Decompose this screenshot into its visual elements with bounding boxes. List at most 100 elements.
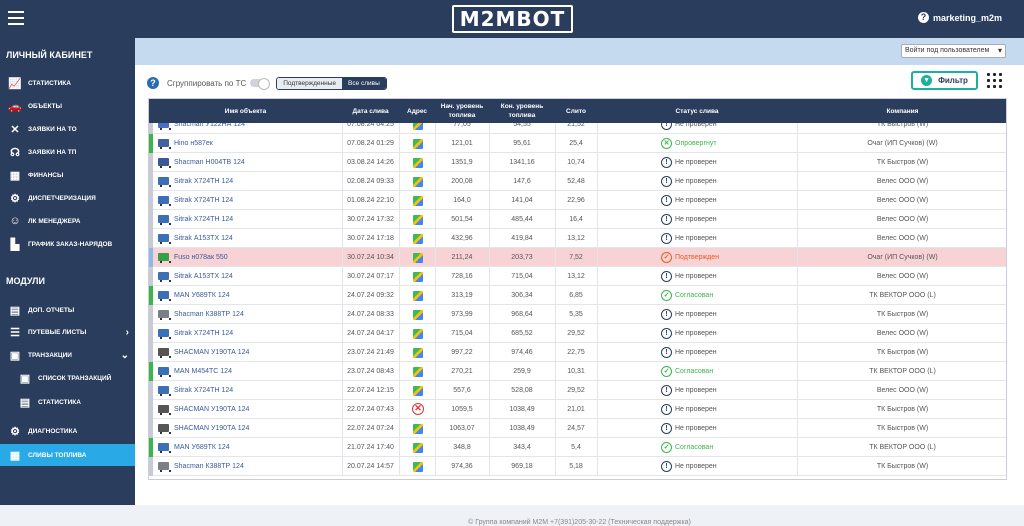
map-icon[interactable] [413,139,423,149]
drain-status[interactable]: ! Не проверен [661,305,791,324]
object-name[interactable]: MAN У689ТК 124 [174,286,339,305]
table-row[interactable]: Sitrak А153ТХ 124 30.07.24 07:17 728,16 715… [149,267,1006,286]
sidebar-item-diagnostics[interactable]: ⚙ Диагностика [0,421,135,441]
object-name[interactable]: Shacman У122НА 124 [174,123,339,134]
table-row[interactable]: Sitrak Х724ТН 124 22.07.24 12:15 557,6 528,… [149,381,1006,400]
user-menu[interactable]: ? marketing_m2m [917,12,1002,23]
map-icon[interactable] [413,291,423,301]
drain-status[interactable]: ! Не проверен [661,229,791,248]
object-name[interactable]: SHACMAN У190ТА 124 [174,343,339,362]
map-icon[interactable] [413,424,423,434]
map-icon[interactable] [413,177,423,187]
drain-status[interactable]: ! Не проверен [661,267,791,286]
object-name[interactable]: Shacman Н004ТВ 124 [174,153,339,172]
object-name[interactable]: MAN М454ТС 124 [174,362,339,381]
map-icon[interactable] [413,215,423,225]
object-name[interactable]: Sitrak Х724ТН 124 [174,172,339,191]
table-row[interactable]: Sitrak Х724ТН 124 01.08.24 22:10 164,0 141,… [149,191,1006,210]
sidebar-item-waybills[interactable]: ☰ Путевые листы › [0,322,135,342]
sidebar-item-transactions[interactable]: ▣ Транзакции ⌄ [0,345,135,365]
map-icon[interactable] [413,123,423,130]
object-name[interactable]: Fuso н078ак 550 [174,248,339,267]
drain-status[interactable]: ! Не проверен [661,210,791,229]
object-name[interactable]: Sitrak Х724ТН 124 [174,324,339,343]
table-row[interactable]: Sitrak Х724ТН 124 24.07.24 04:17 715,04 685… [149,324,1006,343]
drain-status[interactable]: ✓ Согласован [661,438,791,457]
sidebar-item-fuel-drains[interactable]: ▦ Сливы топлива [0,444,135,466]
drain-status[interactable]: ! Не проверен [661,400,791,419]
sidebar-item-objects[interactable]: 🚗 Объекты [0,96,135,116]
map-icon[interactable] [413,234,423,244]
sidebar-item-transaction-list[interactable]: ▣ Список транзакций [0,368,135,388]
table-row[interactable]: Shacman К388ТР 124 24.07.24 08:33 973,99 96… [149,305,1006,324]
filter-button[interactable]: ▼ Фильтр [911,71,978,90]
table-row[interactable]: SHACMAN У190ТА 124 23.07.24 21:49 997,22 97… [149,343,1006,362]
col-start-level[interactable]: Нач. уровень топлива [435,99,489,123]
table-row[interactable]: Hino н587ек 07.08.24 01:29 121,01 95,61 25,4… [149,134,1006,153]
object-name[interactable]: Sitrak Х724ТН 124 [174,381,339,400]
object-name[interactable]: SHACMAN У190ТА 124 [174,400,339,419]
object-name[interactable]: Shacman К388ТР 124 [174,457,339,476]
drain-status[interactable]: ! Не проверен [661,172,791,191]
sidebar-item-tp-requests[interactable]: ☊ Заявки на ТП [0,142,135,162]
map-icon[interactable] [413,386,423,396]
sidebar-item-dispatch[interactable]: ⚙ Диспетчеризация [0,188,135,208]
table-row[interactable]: SHACMAN У190ТА 124 22.07.24 07:43 ✕ 1059,5 1… [149,400,1006,419]
drain-status[interactable]: ! Не проверен [661,457,791,476]
table-row[interactable]: Sitrak Х724ТН 124 30.07.24 17:32 501,54 485… [149,210,1006,229]
sidebar-item-transaction-stats[interactable]: ▤ Статистика [0,392,135,412]
sidebar-item-finance[interactable]: ▦ Финансы [0,165,135,185]
map-icon[interactable] [413,462,423,472]
col-drained[interactable]: Слито [555,99,597,123]
col-status[interactable]: Статус слива [597,99,797,123]
object-name[interactable]: Sitrak Х724ТН 124 [174,191,339,210]
object-name[interactable]: MAN У689ТК 124 [174,438,339,457]
drain-status[interactable]: ! Не проверен [661,419,791,438]
drain-status[interactable]: ! Не проверен [661,153,791,172]
sidebar-item-manager[interactable]: ☺ ЛК менеджера [0,211,135,231]
menu-icon[interactable] [8,11,24,25]
sidebar-item-reports[interactable]: ▤ Доп. отчеты [0,300,135,320]
drain-status[interactable]: ! Не проверен [661,343,791,362]
map-icon[interactable] [413,253,423,263]
table-row[interactable]: Shacman У122НА 124 07.08.24 04:25 77,05 54,… [149,123,1006,134]
table-row[interactable]: Shacman К388ТР 124 20.07.24 14:57 974,36 96… [149,457,1006,476]
drain-status[interactable]: ✕ Опровергнут [661,134,791,153]
table-row[interactable]: Fuso н078ак 550 30.07.24 10:34 211,24 203,7… [149,248,1006,267]
sidebar-item-statistics[interactable]: 📈 Статистика [0,73,135,93]
object-name[interactable]: Sitrak А153ТХ 124 [174,229,339,248]
table-row[interactable]: MAN У689ТК 124 24.07.24 09:32 313,19 306,34… [149,286,1006,305]
object-name[interactable]: Sitrak Х724ТН 124 [174,210,339,229]
col-end-level[interactable]: Кон. уровень топлива [489,99,555,123]
sidebar-item-schedule[interactable]: ▙ График заказ-нарядов [0,234,135,254]
grid-menu-icon[interactable] [987,73,1002,88]
map-icon[interactable] [413,158,423,168]
tab-all-drains[interactable]: Все сливы [342,77,386,89]
col-date[interactable]: Дата слива [342,99,399,123]
col-company[interactable]: Компания [797,99,1006,123]
table-row[interactable]: Sitrak А153ТХ 124 30.07.24 17:18 432,96 419… [149,229,1006,248]
col-address[interactable]: Адрес [399,99,435,123]
table-row[interactable]: Sitrak Х724ТН 124 02.08.24 09:33 200,08 147… [149,172,1006,191]
table-row[interactable]: SHACMAN У190ТА 124 22.07.24 07:24 1063,07 1… [149,419,1006,438]
map-icon[interactable] [413,196,423,206]
drain-status[interactable]: ✓ Подтвержден [661,248,791,267]
table-row[interactable]: Shacman Н004ТВ 124 03.08.24 14:26 1351,9 13… [149,153,1006,172]
map-icon[interactable] [413,272,423,282]
map-icon[interactable] [413,443,423,453]
map-icon[interactable] [413,310,423,320]
table-row[interactable]: MAN У689ТК 124 21.07.24 17:40 348,8 343,4 5,… [149,438,1006,457]
drain-status[interactable]: ! Не проверен [661,381,791,400]
object-name[interactable]: Sitrak А153ТХ 124 [174,267,339,286]
map-icon[interactable] [413,348,423,358]
help-icon[interactable]: ? [147,77,159,89]
drain-status[interactable]: ! Не проверен [661,123,791,134]
map-icon[interactable] [413,329,423,339]
object-name[interactable]: Shacman К388ТР 124 [174,305,339,324]
drain-status[interactable]: ! Не проверен [661,324,791,343]
drain-status[interactable]: ✓ Согласован [661,362,791,381]
drain-status[interactable]: ! Не проверен [661,191,791,210]
object-name[interactable]: Hino н587ек [174,134,339,153]
drain-status[interactable]: ✓ Согласован [661,286,791,305]
sidebar-item-to-requests[interactable]: ✕ Заявки на ТО [0,119,135,139]
